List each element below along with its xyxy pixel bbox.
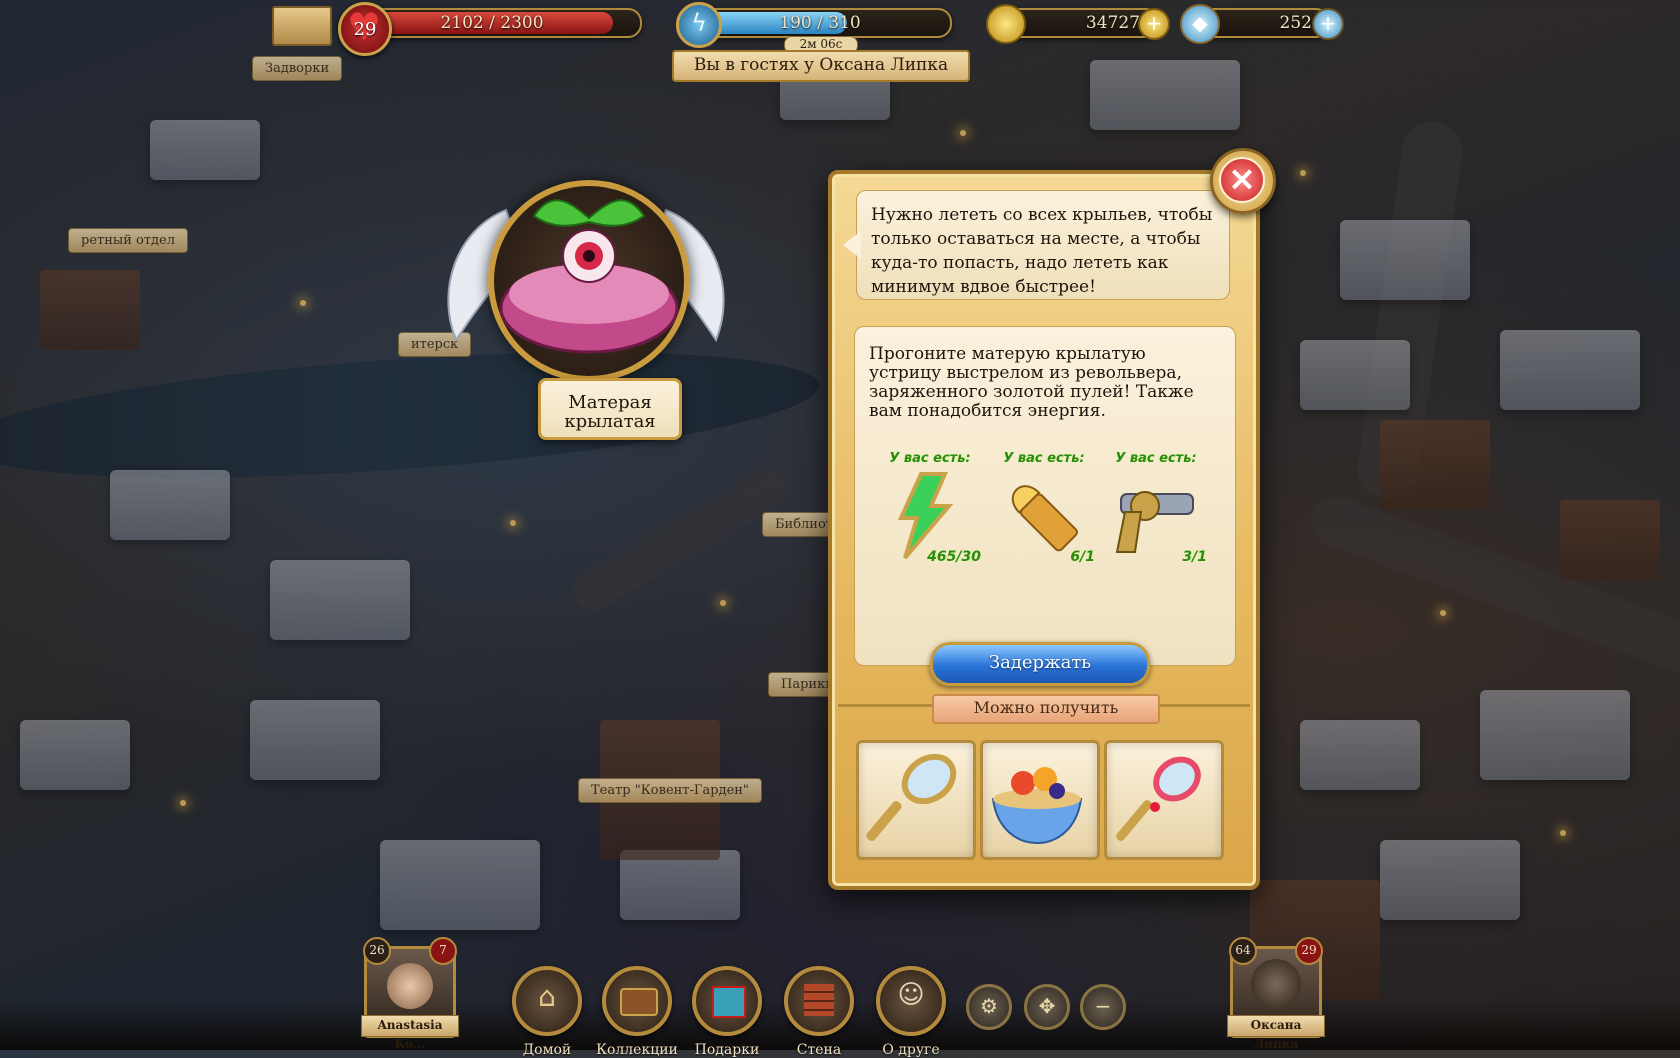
requirement-header: У вас есть: [1115, 451, 1197, 466]
settings-button[interactable]: ⚙ [966, 984, 1012, 1030]
mail-icon[interactable] [272, 6, 332, 46]
friend-hearts: 29 [1295, 937, 1323, 965]
wall-button[interactable]: Стена [784, 966, 854, 1058]
energy-bar: 190 / 310 [688, 8, 952, 38]
monster-name-line2: крылатая [564, 411, 656, 432]
friends-icon: ☺ [897, 980, 925, 1010]
diamond-icon: ◆ [1180, 4, 1220, 44]
close-button[interactable]: × [1210, 148, 1276, 214]
requirement-energy: У вас есть: 465/30 [875, 451, 985, 571]
energy-text: 190 / 310 [779, 13, 861, 33]
house-icon: ⌂ [538, 980, 556, 1013]
monster-name-plate: Матерая крылатая [538, 378, 682, 440]
gifts-label: Подарки [694, 1042, 760, 1058]
collections-button[interactable]: Коллекции [596, 966, 678, 1058]
requirement-header: У вас есть: [889, 451, 971, 466]
revolver-icon [1115, 491, 1194, 553]
requirement-count: 465/30 [927, 549, 981, 565]
coin-icon [986, 4, 1026, 44]
visit-banner: Вы в гостях у Оксана Липка [672, 50, 970, 82]
hold-button[interactable]: Задержать [930, 642, 1150, 686]
fullscreen-button[interactable]: ✥ [1024, 984, 1070, 1030]
about-friend-button[interactable]: ☺ О друге [876, 966, 946, 1058]
map-label-covent-garden[interactable]: Театр "Ковент-Гарден" [578, 778, 762, 803]
requirement-bullet: У вас есть: 6/1 [989, 451, 1099, 571]
reward-label: Можно получить [932, 694, 1160, 724]
gift-icon [712, 986, 746, 1018]
task-dialog: Нужно лететь со всех крыльев, чтобы толь… [828, 170, 1260, 890]
reward-slot-2[interactable] [980, 740, 1100, 860]
winged-oyster-icon [499, 199, 679, 354]
map-label-zadvorki[interactable]: Задворки [252, 56, 343, 81]
requirement-revolver: У вас есть: 3/1 [1101, 451, 1211, 571]
fruit-bowl-icon [991, 767, 1083, 845]
brick-wall-icon [804, 984, 834, 1016]
move-arrows-icon: ✥ [1038, 994, 1056, 1018]
friend-level: 64 [1229, 937, 1257, 965]
reward-slot-3[interactable] [1104, 740, 1224, 860]
monster-portrait [488, 180, 690, 382]
task-description: Прогоните матерую крылатую устрицу выстр… [869, 344, 1194, 421]
wall-label: Стена [796, 1042, 842, 1058]
jeweled-hand-mirror-icon [1116, 756, 1201, 841]
zoom-out-button[interactable]: − [1080, 984, 1126, 1030]
add-coins-button[interactable]: + [1138, 8, 1170, 40]
requirement-count: 3/1 [1182, 549, 1207, 565]
monster-name-line1: Матерая [568, 392, 652, 413]
zoom-out-icon: − [1094, 994, 1112, 1018]
gifts-button[interactable]: Подарки [692, 966, 762, 1058]
friend-card-right[interactable]: 64 29 Оксана Липка [1227, 937, 1325, 1051]
map-label-secret-department[interactable]: ретный отдел [68, 228, 188, 253]
home-label: Домой [522, 1042, 572, 1058]
level-badge: ♥ 29 [338, 2, 392, 56]
requirement-count: 6/1 [1070, 549, 1095, 565]
friend-name: Anastasia Ko... [361, 1015, 459, 1051]
task-panel: Прогоните матерую крылатую устрицу выстр… [854, 326, 1236, 666]
avatar [387, 963, 433, 1009]
close-icon: × [1219, 157, 1265, 203]
add-gems-button[interactable]: + [1312, 8, 1344, 40]
friend-level: 26 [363, 937, 391, 965]
reward-slot-1[interactable] [856, 740, 976, 860]
energy-bolt-icon [897, 472, 954, 560]
friend-hearts: 7 [429, 937, 457, 965]
speech-bubble: Нужно лететь со всех крыльев, чтобы толь… [843, 190, 1230, 300]
avatar [1251, 959, 1301, 1009]
chest-icon [620, 988, 658, 1016]
golden-hand-mirror-icon [866, 753, 957, 841]
friend-name: Оксана Липка [1227, 1015, 1325, 1051]
about-friend-label: О друге [882, 1042, 940, 1058]
friend-card-left[interactable]: 26 7 Anastasia Ko... [361, 937, 459, 1051]
energy-bolt-hud-icon: ϟ [676, 2, 722, 48]
gear-icon: ⚙ [980, 994, 998, 1018]
player-level: 29 [353, 18, 377, 40]
golden-bullet-icon [1011, 485, 1078, 552]
collections-label: Коллекции [596, 1042, 678, 1058]
requirement-header: У вас есть: [1003, 451, 1085, 466]
home-button[interactable]: ⌂ Домой [512, 966, 582, 1058]
